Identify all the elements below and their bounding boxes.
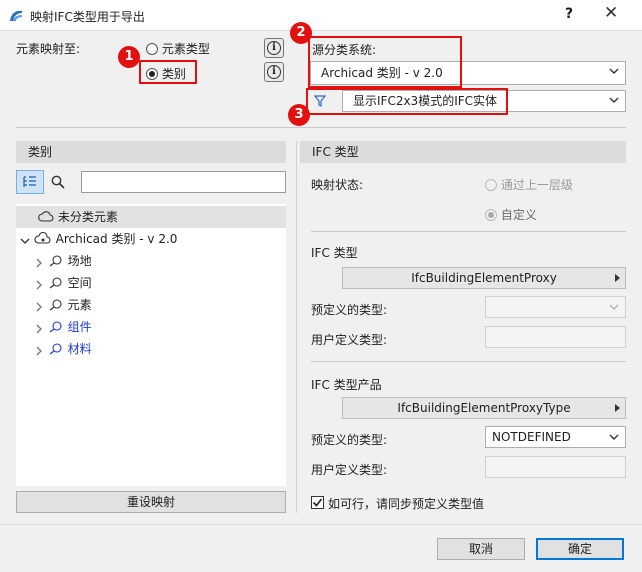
tree-item-label: 元素 <box>67 298 92 312</box>
separator <box>16 127 626 128</box>
category-icon <box>49 321 62 333</box>
category-icon <box>49 277 62 289</box>
separator <box>311 231 626 232</box>
chevron-right-icon[interactable] <box>34 346 44 356</box>
checkmark-icon <box>312 498 323 507</box>
radio-element-type[interactable]: 元素类型 <box>146 40 210 57</box>
tree-item-label: 材料 <box>67 342 92 356</box>
window-title: 映射IFC类型用于导出 <box>30 10 145 24</box>
chevron-right-icon[interactable] <box>34 324 44 334</box>
predefined-type-value-2: NOTDEFINED <box>492 430 571 444</box>
user-defined-type-label-1: 用户定义类型: <box>311 333 388 347</box>
user-defined-type-label-2: 用户定义类型: <box>311 463 388 477</box>
title-bar: 映射IFC类型用于导出 ? ✕ <box>0 0 642 31</box>
chevron-down-icon <box>609 304 619 310</box>
tree-item-label: Archicad 类别 - v 2.0 <box>55 232 178 246</box>
tree-view-icon <box>23 176 36 187</box>
predefined-type-dropdown-2[interactable]: NOTDEFINED <box>485 426 626 448</box>
vertical-divider <box>296 141 297 513</box>
tree-item-site[interactable]: 场地 <box>34 250 92 272</box>
chevron-down-icon <box>609 68 619 74</box>
user-defined-type-input-1 <box>485 326 626 348</box>
ifc-type-product-section-label: IFC 类型产品 <box>311 378 382 392</box>
tree-item-element[interactable]: 元素 <box>34 294 92 316</box>
category-tree: 未分类元素 Archicad 类别 - v 2.0 场地 空间 元素 组件 材料 <box>16 204 286 486</box>
tree-item-component[interactable]: 组件 <box>34 316 92 338</box>
tree-item-label: 组件 <box>67 320 92 334</box>
info-icon: i <box>267 41 281 55</box>
highlight-box-1 <box>139 60 197 84</box>
chevron-right-icon[interactable] <box>34 302 44 312</box>
ifc-type-product-popup[interactable]: IfcBuildingElementProxyType <box>342 397 626 419</box>
chevron-down-icon[interactable] <box>20 236 30 246</box>
right-panel-header: IFC 类型 <box>300 141 626 163</box>
sync-checkbox-label: 如可行，请同步预定义类型值 <box>328 497 485 511</box>
radio-element-type-indicator[interactable] <box>146 43 158 55</box>
radio-status-custom: 自定义 <box>485 206 537 223</box>
tree-item-label: 空间 <box>67 276 92 290</box>
highlight-box-3 <box>306 88 508 115</box>
triangle-right-icon <box>615 274 620 282</box>
tree-item-root[interactable]: Archicad 类别 - v 2.0 <box>20 228 177 250</box>
ok-button[interactable]: 确定 <box>536 538 624 560</box>
chevron-down-icon <box>609 97 619 103</box>
mapping-status-label: 映射状态: <box>311 178 364 192</box>
radio-status-inherit: 通过上一层级 <box>485 176 573 193</box>
classification-root-icon <box>34 232 51 244</box>
callout-2: 2 <box>290 22 312 44</box>
ifc-type-product-value: IfcBuildingElementProxyType <box>397 401 571 415</box>
ifc-type-value: IfcBuildingElementProxy <box>411 271 557 285</box>
tree-item-label: 场地 <box>67 254 92 268</box>
tree-view-toggle[interactable] <box>16 170 44 194</box>
callout-1: 1 <box>118 46 140 68</box>
triangle-right-icon <box>615 404 620 412</box>
radio-status-inherit-label: 通过上一层级 <box>500 178 573 192</box>
search-input[interactable] <box>81 171 286 193</box>
info-icon: i <box>267 65 281 79</box>
tree-item-label: 未分类元素 <box>57 210 118 224</box>
help-button[interactable]: ? <box>565 6 573 22</box>
reset-mapping-button[interactable]: 重设映射 <box>16 491 286 513</box>
predefined-type-dropdown-1 <box>485 296 626 318</box>
tree-item-space[interactable]: 空间 <box>34 272 92 294</box>
sync-checkbox[interactable] <box>311 496 324 509</box>
info-button-1[interactable]: i <box>264 38 284 58</box>
highlight-box-2 <box>308 36 462 88</box>
cloud-icon <box>38 211 54 222</box>
chevron-down-icon <box>609 434 619 440</box>
category-icon <box>49 343 62 355</box>
predefined-type-label-1: 预定义的类型: <box>311 303 388 317</box>
left-panel-header: 类别 <box>16 141 286 163</box>
radio-status-inherit-indicator <box>485 179 497 191</box>
radio-status-custom-indicator <box>485 209 497 221</box>
close-button[interactable]: ✕ <box>604 3 618 23</box>
separator <box>311 361 626 362</box>
chevron-right-icon[interactable] <box>34 280 44 290</box>
user-defined-type-input-2 <box>485 456 626 478</box>
radio-status-custom-label: 自定义 <box>500 208 537 222</box>
chevron-right-icon[interactable] <box>34 258 44 268</box>
archicad-logo-icon <box>10 10 22 21</box>
tree-item-material[interactable]: 材料 <box>34 338 92 360</box>
ifc-type-popup[interactable]: IfcBuildingElementProxy <box>342 267 626 289</box>
info-button-2[interactable]: i <box>264 62 284 82</box>
map-to-label: 元素映射至: <box>16 42 81 56</box>
predefined-type-label-2: 预定义的类型: <box>311 433 388 447</box>
footer-separator <box>0 524 642 525</box>
ifc-type-section-label: IFC 类型 <box>311 246 358 260</box>
search-icon[interactable] <box>51 175 65 189</box>
callout-3: 3 <box>288 104 310 126</box>
cancel-button[interactable]: 取消 <box>437 538 525 560</box>
radio-element-type-label: 元素类型 <box>161 42 210 56</box>
category-icon <box>49 255 62 267</box>
tree-item-unclassified[interactable]: 未分类元素 <box>16 206 286 228</box>
category-icon <box>49 299 62 311</box>
